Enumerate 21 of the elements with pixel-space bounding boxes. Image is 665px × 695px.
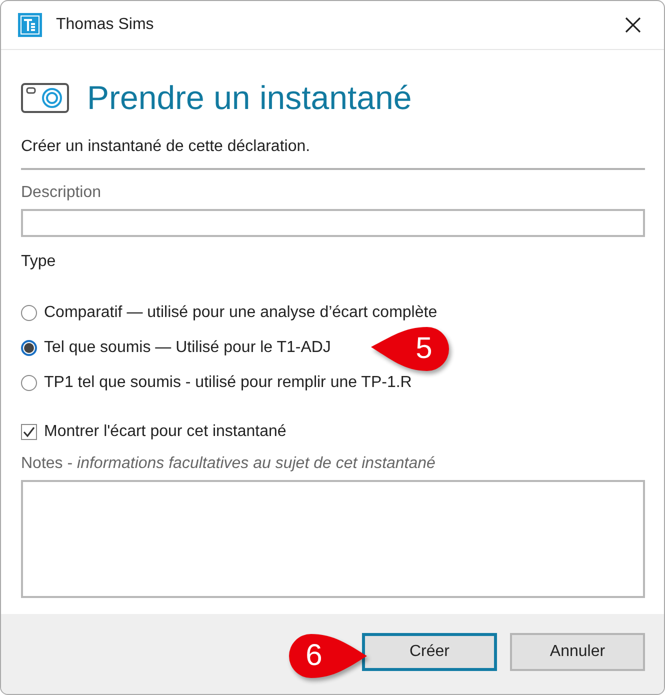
radio-button[interactable] [21,375,37,391]
window-title: Thomas Sims [56,16,155,34]
notes-label: Notes - informations facultatives au sujet de cet instantané [21,455,436,473]
checkbox[interactable] [21,424,37,440]
radio-label: Tel que soumis — Utilisé pour le T1-ADJ [44,339,331,357]
notes-field[interactable] [21,480,645,598]
radio-button[interactable] [21,340,37,356]
dialog-button[interactable]: Créer [362,633,497,671]
intro-text: Créer un instantané de cette déclaration. [21,138,312,156]
app-icon [18,13,42,37]
camera-icon [21,83,69,113]
description-label: Description [21,184,102,202]
type-label: Type [21,253,57,271]
radio-label: TP1 tel que soumis - utilisé pour remplir une TP-1.R [44,374,412,392]
radio-label: Comparatif — utilisé pour une analyse d’écart complète [44,304,438,322]
dialog-button[interactable]: Annuler [510,633,645,671]
description-field[interactable] [21,209,645,237]
dialog-heading: Prendre un instantané [87,79,412,117]
close-icon[interactable] [625,17,641,33]
checkbox-label: Montrer l'écart pour cet instantané [44,423,286,441]
radio-button[interactable] [21,305,37,321]
